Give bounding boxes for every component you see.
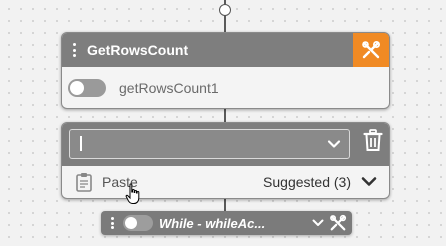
enable-toggle[interactable] bbox=[123, 215, 153, 231]
drag-handle-icon[interactable] bbox=[73, 43, 77, 57]
chevron-down-icon[interactable] bbox=[361, 175, 377, 189]
while-title: While - whileAc... bbox=[159, 215, 266, 231]
node-header[interactable]: GetRowsCount bbox=[62, 33, 389, 67]
value-input[interactable] bbox=[69, 129, 350, 159]
tools-icon[interactable] bbox=[329, 214, 347, 232]
connector-port[interactable] bbox=[219, 4, 231, 16]
tools-icon bbox=[362, 41, 380, 59]
node-label: getRowsCount1 bbox=[119, 79, 219, 96]
text-cursor bbox=[80, 136, 82, 151]
suggested-label[interactable]: Suggested (3) bbox=[263, 174, 351, 190]
chevron-down-icon[interactable] bbox=[312, 218, 324, 228]
trash-icon[interactable] bbox=[363, 129, 383, 153]
enable-toggle[interactable] bbox=[68, 78, 106, 97]
tools-button[interactable] bbox=[353, 33, 389, 67]
drag-handle-icon[interactable] bbox=[111, 217, 115, 229]
node-title: GetRowsCount bbox=[87, 42, 189, 58]
while-node[interactable]: While - whileAc... bbox=[101, 211, 352, 235]
hand-cursor-icon bbox=[125, 183, 140, 204]
clipboard-icon[interactable] bbox=[76, 172, 92, 192]
input-node[interactable]: Paste Suggested (3) bbox=[61, 122, 390, 199]
connector-line bbox=[224, 107, 226, 122]
chevron-down-icon[interactable] bbox=[327, 137, 341, 151]
connector-line bbox=[224, 197, 226, 211]
getrowscount-node[interactable]: GetRowsCount getRowsCount1 bbox=[61, 32, 390, 109]
